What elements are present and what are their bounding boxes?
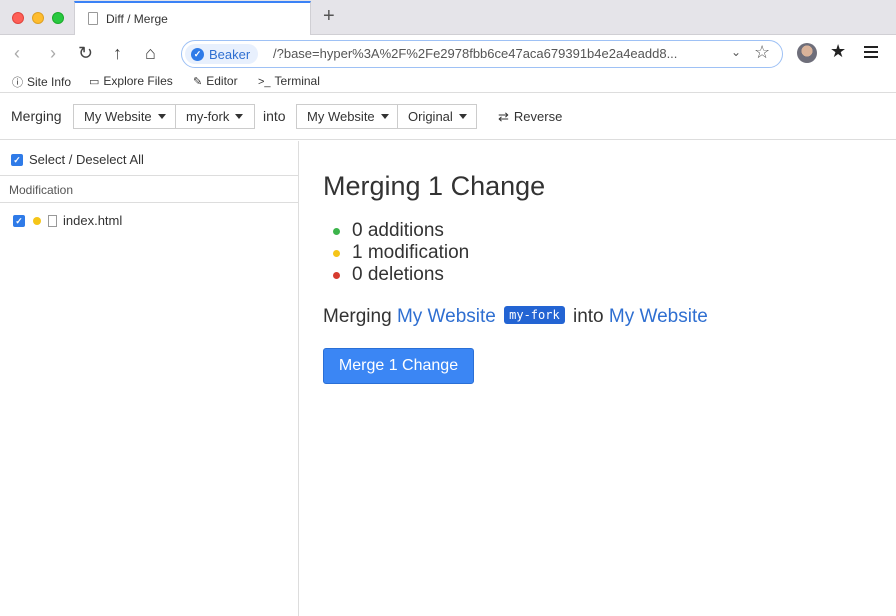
url-text[interactable]: /?base=hyper%3A%2F%2Fe2978fbb6ce47aca679… — [273, 46, 677, 61]
chevron-left-icon[interactable]: ‹ — [14, 43, 20, 63]
chevron-right-icon[interactable]: › — [50, 43, 56, 63]
edit-icon: ✎ — [193, 76, 203, 88]
avatar[interactable] — [797, 43, 817, 63]
bookmark-star-icon[interactable]: ★ — [830, 41, 846, 62]
url-bar[interactable]: ✓ Beaker /?base=hyper%3A%2F%2Fe2978fbb6c… — [181, 40, 783, 68]
file-icon — [88, 12, 98, 25]
red-dot-icon — [333, 271, 340, 279]
file-icon — [48, 214, 57, 227]
green-dot-icon — [333, 227, 340, 235]
explore-files-label: Explore Files — [103, 74, 173, 88]
modified-dot-icon — [33, 216, 41, 225]
into-label: into — [263, 108, 286, 124]
version-badge: my-fork — [504, 306, 565, 324]
menu-icon[interactable] — [864, 46, 878, 58]
star-icon[interactable]: ☆ — [754, 42, 770, 63]
stat-additions-text: 0 additions — [352, 220, 444, 241]
stat-deletions-text: 0 deletions — [352, 264, 444, 285]
summary-into: into — [572, 306, 604, 327]
close-window-button[interactable] — [12, 12, 24, 24]
reverse-button[interactable]: ⇄ Reverse — [498, 109, 562, 125]
target-version-select[interactable]: Original — [397, 104, 477, 129]
select-all-toggle[interactable]: ✓ Select / Deselect All — [11, 151, 144, 167]
merge-summary-panel: Merging 1 Change 0 additions 1 modificat… — [323, 168, 883, 384]
source-version-value: my-fork — [186, 109, 230, 124]
merge-summary: Merging My Website my-fork into My Websi… — [323, 304, 883, 330]
stat-deletions: 0 deletions — [323, 264, 883, 286]
changes-sidebar: ✓ Select / Deselect All Modification ✓ ind… — [0, 141, 299, 616]
file-name: index.html — [63, 213, 123, 229]
site-pill[interactable]: ✓ Beaker — [185, 44, 259, 64]
explore-files-button[interactable]: ▭ Explore Files — [89, 74, 173, 88]
target-site-value: My Website — [307, 109, 375, 124]
site-info-label: Site Info — [27, 75, 72, 89]
merging-label: Merging — [11, 108, 62, 124]
site-info-button[interactable]: ⓘ Site Info — [12, 74, 71, 90]
section-heading: Modification — [0, 175, 299, 203]
check-circle-icon: ✓ — [191, 47, 204, 61]
page-title: Merging 1 Change — [323, 171, 546, 201]
chevron-down-icon[interactable]: ⌄ — [731, 45, 741, 59]
sync-icon: ⇄ — [498, 109, 509, 124]
reload-icon[interactable]: ↻ — [78, 43, 93, 63]
caret-down-icon — [157, 114, 166, 119]
caret-down-icon — [380, 114, 389, 119]
navigation-bar: ‹ › ↻ ↑ ⌂ ✓ Beaker /?base=hyper%3A%2F%2F… — [0, 35, 896, 73]
zoom-window-button[interactable] — [52, 12, 64, 24]
caret-down-icon — [235, 114, 244, 119]
home-icon[interactable]: ⌂ — [145, 43, 156, 63]
tab-diff-merge[interactable]: Diff / Merge — [74, 1, 311, 35]
stat-modifications-text: 1 modification — [352, 242, 470, 263]
tab-title: Diff / Merge — [106, 12, 168, 26]
plus-icon[interactable]: + — [323, 6, 335, 26]
select-all-label: Select / Deselect All — [29, 152, 144, 168]
target-site-select[interactable]: My Website — [296, 104, 398, 129]
summary-prefix: Merging — [323, 306, 392, 327]
editor-label: Editor — [206, 74, 238, 88]
terminal-label: Terminal — [274, 74, 320, 88]
caret-down-icon — [458, 114, 467, 119]
folder-icon: ▭ — [89, 76, 100, 88]
target-version-value: Original — [408, 109, 453, 124]
yellow-dot-icon — [333, 249, 340, 257]
source-site-value: My Website — [84, 109, 152, 124]
list-item[interactable]: ✓ index.html — [13, 212, 122, 228]
site-pill-label: Beaker — [209, 46, 251, 62]
file-checkbox[interactable]: ✓ — [13, 214, 25, 227]
target-site-link[interactable]: My Website — [609, 306, 708, 327]
minimize-window-button[interactable] — [32, 12, 44, 24]
merge-toolbar: Merging My Website my-fork into My Websi… — [0, 94, 896, 140]
terminal-button[interactable]: >_ Terminal — [258, 74, 320, 88]
source-site-link[interactable]: My Website — [397, 306, 496, 327]
info-icon: ⓘ — [12, 77, 23, 89]
merge-button[interactable]: Merge 1 Change — [323, 348, 474, 384]
change-stats: 0 additions 1 modification 0 deletions — [323, 220, 883, 286]
select-all-checkbox[interactable]: ✓ — [11, 153, 23, 166]
site-toolbar: ⓘ Site Info ▭ Explore Files ✎ Editor >_ Term… — [0, 73, 896, 93]
source-site-select[interactable]: My Website — [73, 104, 176, 129]
stat-modifications: 1 modification — [323, 242, 883, 264]
terminal-icon: >_ — [258, 76, 271, 88]
editor-button[interactable]: ✎ Editor — [193, 74, 238, 88]
stat-additions: 0 additions — [323, 220, 883, 242]
source-version-select[interactable]: my-fork — [175, 104, 255, 129]
reverse-label: Reverse — [513, 109, 563, 124]
title-bar: Diff / Merge + — [0, 0, 896, 35]
up-arrow-icon[interactable]: ↑ — [113, 43, 122, 63]
